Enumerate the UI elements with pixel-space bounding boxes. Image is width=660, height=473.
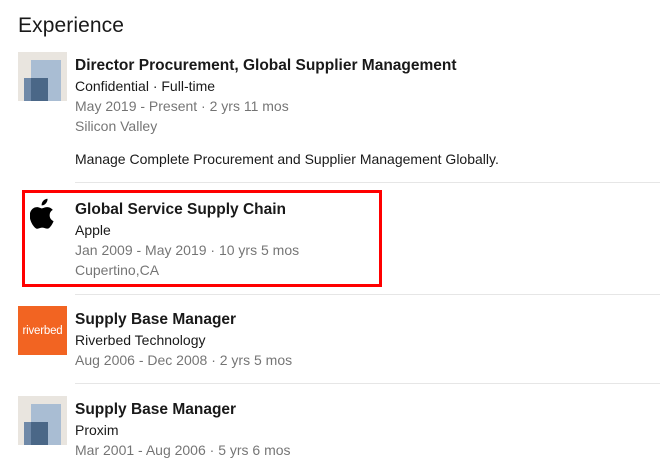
company-name: Proxim <box>75 422 119 438</box>
entry-divider <box>75 383 660 384</box>
entry-divider <box>75 294 660 295</box>
job-title[interactable]: Supply Base Manager <box>75 400 291 420</box>
date-range: Aug 2006 - Dec 2008 · 2 yrs 5 mos <box>75 352 293 368</box>
highlight-box <box>22 190 382 287</box>
date-range: Mar 2001 - Aug 2006 · 5 yrs 6 mos <box>75 442 291 458</box>
date-range: May 2019 - Present · 2 yrs 11 mos <box>75 98 289 114</box>
job-description: Manage Complete Procurement and Supplier… <box>75 151 499 167</box>
entry-divider <box>75 182 660 183</box>
job-title[interactable]: Supply Base Manager <box>75 310 292 330</box>
job-location: Silicon Valley <box>75 118 158 134</box>
riverbed-logo-icon[interactable]: riverbed <box>18 306 67 355</box>
company-placeholder-logo-icon[interactable] <box>18 396 67 445</box>
company-name: Riverbed Technology <box>75 332 206 348</box>
section-title: Experience <box>18 14 125 37</box>
company-placeholder-logo-icon[interactable] <box>18 52 67 101</box>
job-title[interactable]: Director Procurement, Global Supplier Ma… <box>75 56 499 76</box>
company-name: Confidential · Full-time <box>75 78 216 94</box>
